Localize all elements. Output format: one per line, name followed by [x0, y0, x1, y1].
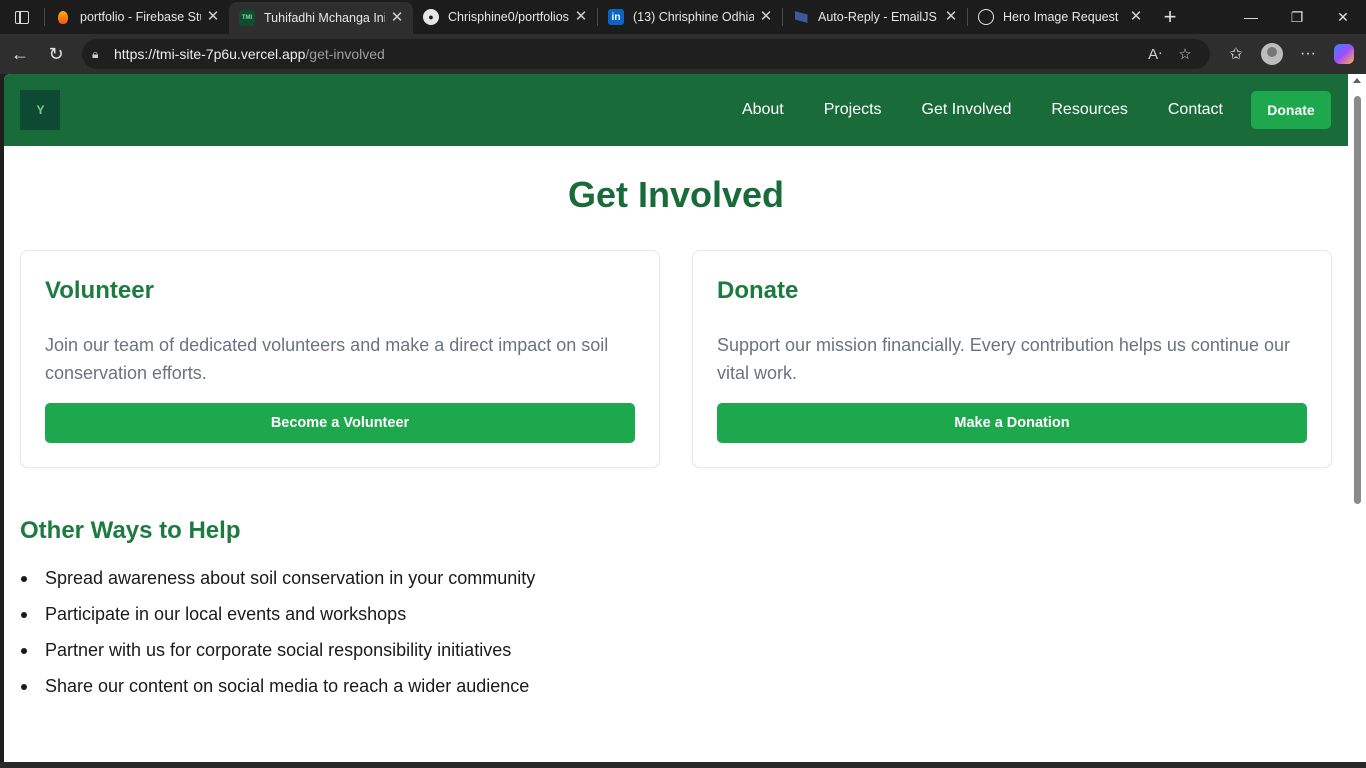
site-logo[interactable]: Y	[20, 90, 60, 130]
donate-heading: Donate	[717, 277, 799, 304]
list-item: Participate in our local events and work…	[20, 600, 535, 636]
tab-title: Tuhifadhi Mchanga Init	[264, 11, 385, 25]
other-ways-list: Spread awareness about soil conservation…	[20, 564, 535, 708]
volunteer-card: Volunteer Join our team of dedicated vol…	[20, 250, 660, 468]
close-tab-icon[interactable]: ✕	[758, 9, 774, 25]
close-tab-icon[interactable]: ✕	[389, 10, 405, 26]
window-bottom-edge	[0, 762, 1366, 768]
tab-title: (13) Chrisphine Odhiam	[633, 10, 754, 24]
close-tab-icon[interactable]: ✕	[573, 9, 589, 25]
url-path: /get-involved	[305, 46, 385, 62]
more-options-icon[interactable]: ···	[1290, 38, 1326, 70]
tab-bar: portfolio - Firebase Stu ✕ TMI Tuhifadhi…	[0, 0, 1366, 34]
tmi-site-icon: TMI	[239, 10, 255, 26]
donate-card: Donate Support our mission financially. …	[692, 250, 1332, 468]
favorite-star-icon[interactable]: ☆	[1170, 45, 1200, 63]
tab-firebase[interactable]: portfolio - Firebase Stu ✕	[45, 0, 229, 34]
nav-contact[interactable]: Contact	[1168, 101, 1223, 119]
main-nav: About Projects Get Involved Resources Co…	[742, 91, 1332, 129]
volunteer-description: Join our team of dedicated volunteers an…	[45, 335, 609, 383]
nav-projects[interactable]: Projects	[824, 101, 882, 119]
nav-about[interactable]: About	[742, 101, 784, 119]
tab-title: Auto-Reply - EmailJS	[818, 10, 937, 24]
vertical-scrollbar[interactable]	[1348, 74, 1366, 762]
tab-actions-button[interactable]	[0, 0, 44, 34]
copilot-icon[interactable]	[1326, 38, 1362, 70]
address-toolbar: ← ↻ 🔒︎ https://tmi-site-7p6u.vercel.app/…	[0, 34, 1366, 74]
nav-donate-button[interactable]: Donate	[1251, 91, 1331, 129]
read-aloud-icon[interactable]: Aᐧ	[1140, 45, 1170, 63]
volunteer-heading: Volunteer	[45, 277, 154, 304]
firebase-icon	[55, 9, 71, 25]
tab-github[interactable]: ● Chrisphine0/portfolios ✕	[413, 0, 597, 34]
linkedin-icon: in	[608, 9, 624, 25]
url-text[interactable]: https://tmi-site-7p6u.vercel.app/get-inv…	[114, 46, 1140, 62]
close-tab-icon[interactable]: ✕	[205, 9, 221, 25]
tab-title: portfolio - Firebase Stu	[80, 10, 201, 24]
window-controls: — ❐ ✕	[1228, 0, 1366, 34]
back-arrow-icon[interactable]: ←	[2, 38, 38, 70]
list-item: Partner with us for corporate social res…	[20, 636, 535, 672]
chatgpt-icon	[978, 9, 994, 25]
scroll-up-icon[interactable]	[1353, 78, 1361, 83]
address-bar[interactable]: 🔒︎ https://tmi-site-7p6u.vercel.app/get-…	[82, 39, 1210, 69]
tab-hero-image[interactable]: Hero Image Request ✕	[968, 0, 1152, 34]
leaf-logo-icon: Y	[36, 103, 44, 117]
refresh-icon[interactable]: ↻	[38, 38, 74, 70]
avatar	[1261, 43, 1283, 65]
close-tab-icon[interactable]: ✕	[1128, 9, 1144, 25]
make-donation-button[interactable]: Make a Donation	[717, 403, 1307, 443]
tab-title: Chrisphine0/portfolios	[448, 10, 569, 24]
donate-description: Support our mission financially. Every c…	[717, 335, 1290, 383]
list-item: Share our content on social media to rea…	[20, 672, 535, 708]
become-volunteer-button[interactable]: Become a Volunteer	[45, 403, 635, 443]
new-tab-button[interactable]: +	[1152, 0, 1188, 34]
page-viewport: Y About Projects Get Involved Resources …	[4, 74, 1348, 762]
profile-button[interactable]	[1254, 38, 1290, 70]
tab-title: Hero Image Request	[1003, 10, 1119, 24]
minimize-icon[interactable]: —	[1228, 0, 1274, 34]
github-icon: ●	[423, 9, 439, 25]
list-item: Spread awareness about soil conservation…	[20, 564, 535, 600]
tab-linkedin[interactable]: in (13) Chrisphine Odhiam ✕	[598, 0, 782, 34]
nav-resources[interactable]: Resources	[1051, 101, 1127, 119]
copilot-logo	[1334, 44, 1354, 64]
scrollbar-thumb[interactable]	[1354, 96, 1361, 504]
site-info-icon[interactable]: 🔒︎	[92, 47, 114, 62]
tab-actions-icon	[15, 10, 29, 24]
tab-tmi-site[interactable]: TMI Tuhifadhi Mchanga Init ✕	[229, 2, 413, 34]
site-header: Y About Projects Get Involved Resources …	[4, 74, 1348, 146]
url-host: https://tmi-site-7p6u.vercel.app	[114, 46, 306, 62]
other-ways-heading: Other Ways to Help	[20, 517, 241, 544]
favorites-icon[interactable]: ✩	[1218, 38, 1254, 70]
restore-icon[interactable]: ❐	[1274, 0, 1320, 34]
emailjs-icon	[793, 9, 809, 25]
tab-emailjs[interactable]: Auto-Reply - EmailJS ✕	[783, 0, 967, 34]
close-window-icon[interactable]: ✕	[1320, 0, 1366, 34]
page-title: Get Involved	[567, 174, 785, 215]
nav-get-involved[interactable]: Get Involved	[922, 101, 1012, 119]
close-tab-icon[interactable]: ✕	[943, 9, 959, 25]
